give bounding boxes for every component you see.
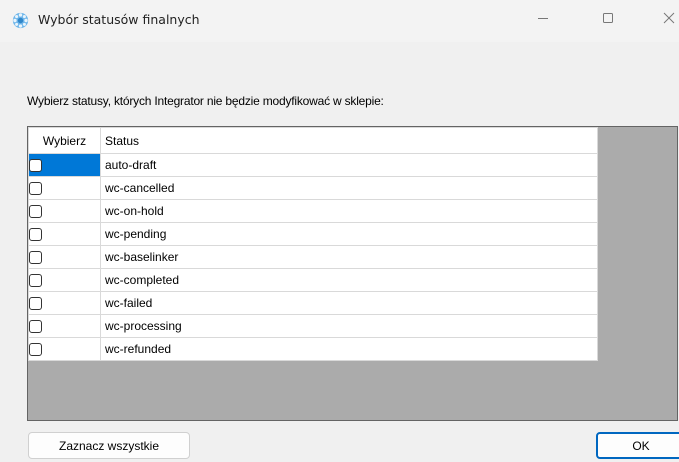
row-status-cell[interactable]: wc-baselinker bbox=[100, 245, 598, 269]
row-checkbox[interactable] bbox=[29, 182, 42, 196]
window-title: Wybór statusów finalnych bbox=[38, 12, 200, 27]
row-checkbox-cell[interactable] bbox=[28, 268, 101, 292]
instruction-label: Wybierz statusy, których Integrator nie … bbox=[27, 94, 384, 108]
grid-body: auto-draft wc-cancelled wc-on-hold wc-pendi… bbox=[28, 153, 598, 361]
row-checkbox-cell[interactable] bbox=[28, 291, 101, 315]
maximize-icon bbox=[603, 13, 613, 23]
row-status-cell[interactable]: wc-completed bbox=[100, 268, 598, 292]
select-all-button[interactable]: Zaznacz wszystkie bbox=[28, 432, 190, 459]
table-row[interactable]: wc-pending bbox=[28, 222, 598, 246]
row-status-cell[interactable]: wc-on-hold bbox=[100, 199, 598, 223]
row-status-cell[interactable]: wc-cancelled bbox=[100, 176, 598, 200]
table-row[interactable]: wc-completed bbox=[28, 268, 598, 292]
row-checkbox[interactable] bbox=[29, 274, 42, 288]
close-icon bbox=[663, 12, 675, 24]
row-status-cell[interactable]: wc-pending bbox=[100, 222, 598, 246]
table-row[interactable]: auto-draft bbox=[28, 153, 598, 177]
table-row[interactable]: wc-cancelled bbox=[28, 176, 598, 200]
row-checkbox[interactable] bbox=[29, 343, 42, 357]
minimize-button[interactable] bbox=[520, 0, 566, 36]
table-row[interactable]: wc-processing bbox=[28, 314, 598, 338]
maximize-button[interactable] bbox=[585, 0, 631, 36]
row-checkbox-cell[interactable] bbox=[28, 176, 101, 200]
row-checkbox[interactable] bbox=[29, 251, 42, 265]
table-row[interactable]: wc-failed bbox=[28, 291, 598, 315]
row-checkbox-cell[interactable] bbox=[28, 337, 101, 361]
table-row[interactable]: wc-baselinker bbox=[28, 245, 598, 269]
row-checkbox[interactable] bbox=[29, 205, 42, 219]
row-checkbox-cell[interactable] bbox=[28, 245, 101, 269]
row-status-cell[interactable]: wc-refunded bbox=[100, 337, 598, 361]
row-status-cell[interactable]: wc-processing bbox=[100, 314, 598, 338]
row-checkbox[interactable] bbox=[29, 320, 42, 334]
row-checkbox[interactable] bbox=[29, 228, 42, 242]
column-header-status[interactable]: Status bbox=[100, 127, 598, 154]
row-checkbox-cell[interactable] bbox=[28, 222, 101, 246]
minimize-icon bbox=[538, 18, 548, 19]
row-checkbox-cell[interactable] bbox=[28, 314, 101, 338]
status-grid[interactable]: Wybierz Status auto-draft wc-cancelled wc-… bbox=[27, 126, 678, 421]
table-row[interactable]: wc-on-hold bbox=[28, 199, 598, 223]
row-status-cell[interactable]: auto-draft bbox=[100, 153, 598, 177]
column-header-select[interactable]: Wybierz bbox=[28, 127, 101, 154]
gear-icon bbox=[12, 12, 29, 29]
table-row[interactable]: wc-refunded bbox=[28, 337, 598, 361]
row-status-cell[interactable]: wc-failed bbox=[100, 291, 598, 315]
row-checkbox[interactable] bbox=[29, 159, 42, 173]
title-bar: Wybór statusów finalnych bbox=[0, 0, 679, 42]
row-checkbox-cell[interactable] bbox=[28, 199, 101, 223]
header-row: Wybierz Status bbox=[28, 127, 598, 154]
close-button[interactable] bbox=[646, 0, 679, 36]
ok-button[interactable]: OK bbox=[596, 432, 679, 459]
row-checkbox[interactable] bbox=[29, 297, 42, 311]
status-table: Wybierz Status auto-draft wc-cancelled wc-… bbox=[28, 127, 598, 361]
row-checkbox-cell[interactable] bbox=[28, 153, 101, 177]
